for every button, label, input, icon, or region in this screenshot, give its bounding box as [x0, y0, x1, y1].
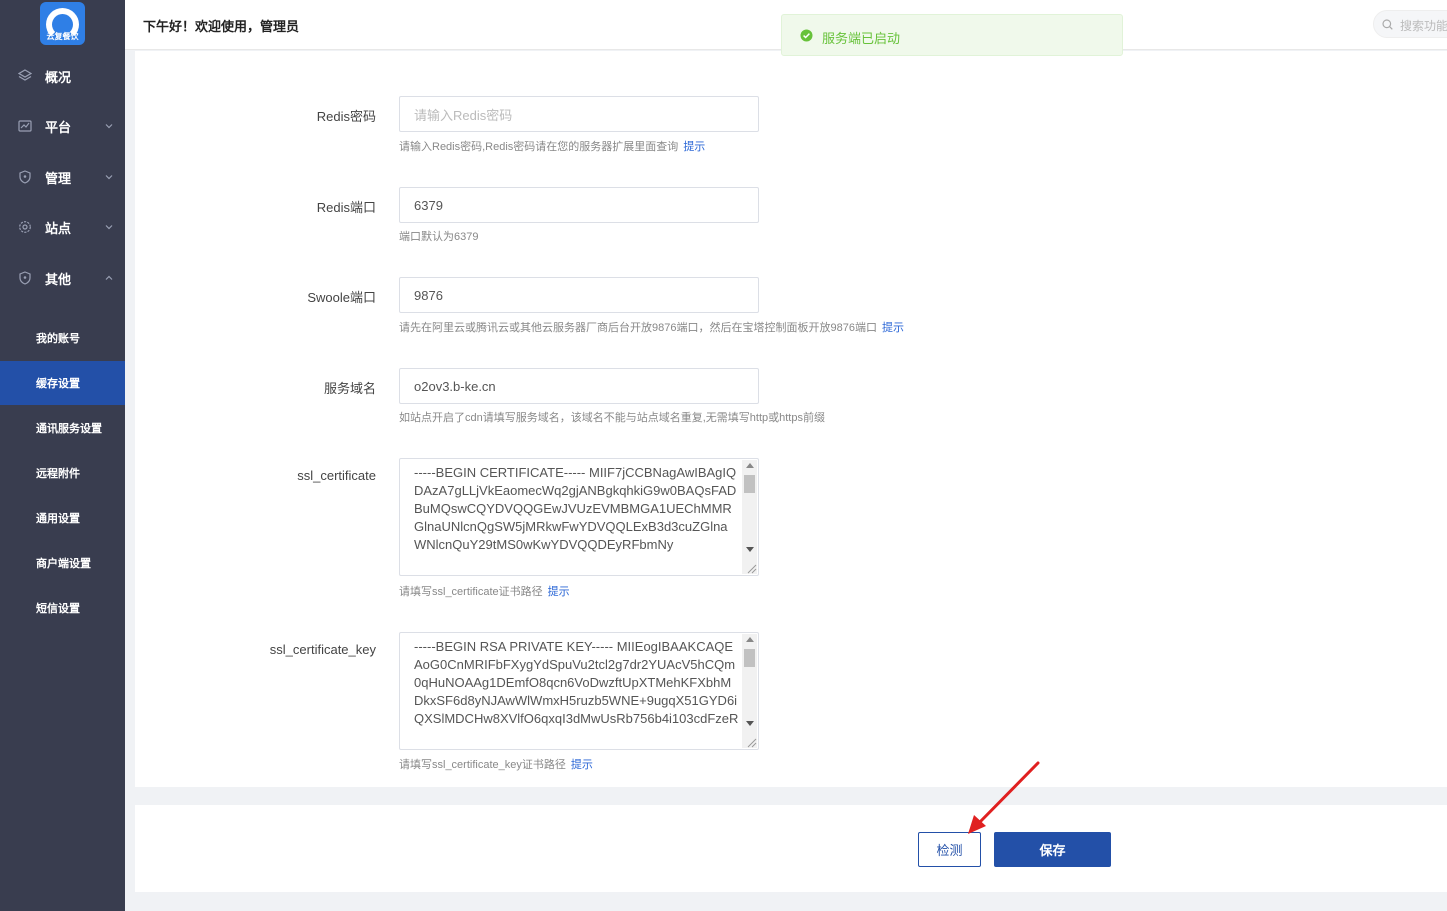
chart-icon: [18, 120, 32, 132]
service-domain-label: 服务域名: [323, 381, 376, 396]
tip-link[interactable]: 提示: [571, 759, 593, 771]
tip-link[interactable]: 提示: [683, 141, 705, 153]
sidebar-item-label: 概况: [45, 69, 72, 85]
scroll-thumb[interactable]: [744, 475, 755, 493]
sidebar-item-label: 管理: [45, 170, 72, 186]
ssl-certificate-key-help: 请填写ssl_certificate_key证书路径 提示: [399, 756, 593, 772]
scrollbar[interactable]: [742, 634, 757, 748]
ssl-certificate-label: ssl_certificate: [297, 468, 376, 483]
redis-port-help: 端口默认为6379: [399, 231, 479, 243]
scroll-down-icon[interactable]: [746, 547, 754, 552]
redis-password-label: Redis密码: [316, 109, 376, 124]
tip-link[interactable]: 提示: [882, 322, 904, 334]
ssl-certificate-textarea[interactable]: -----BEGIN CERTIFICATE----- MIIF7jCCBNag…: [399, 458, 759, 576]
toast-message: 服务端已启动: [822, 31, 901, 46]
scroll-down-icon[interactable]: [746, 721, 754, 726]
chevron-down-icon: [105, 175, 113, 180]
sidebar-subitem-sms-settings[interactable]: 短信设置: [0, 586, 125, 630]
shield-icon: [19, 271, 31, 285]
redis-password-help: 请输入Redis密码,Redis密码请在您的服务器扩展里面查询 提示: [399, 138, 705, 154]
sidebar-item-manage[interactable]: 管理: [0, 162, 125, 192]
sidebar-item-label: 平台: [45, 119, 72, 135]
resize-grip-icon[interactable]: [745, 562, 757, 574]
cache-settings-form: Redis密码 请输入Redis密码 请输入Redis密码,Redis密码请在您…: [135, 51, 1447, 787]
service-domain-input[interactable]: o2ov3.b-ke.cn: [399, 368, 759, 404]
swoole-port-label: Swoole端口: [307, 290, 376, 305]
help-text: 请先在阿里云或腾讯云或其他云服务器厂商后台开放9876端口，然后在宝塔控制面板开…: [399, 322, 877, 334]
tip-link[interactable]: 提示: [548, 586, 570, 598]
sidebar-item-label: 站点: [45, 220, 72, 236]
ssl-certificate-key-label: ssl_certificate_key: [269, 642, 376, 657]
annotation-arrow-icon: [968, 761, 1040, 834]
ssl-certificate-help: 请填写ssl_certificate证书路径 提示: [399, 583, 570, 599]
sidebar-subitem-merchant-settings[interactable]: 商户端设置: [0, 541, 125, 585]
help-text: 请输入Redis密码,Redis密码请在您的服务器扩展里面查询: [399, 141, 679, 153]
scroll-thumb[interactable]: [744, 649, 755, 667]
app-logo[interactable]: 云复餐饮: [40, 2, 85, 45]
redis-port-label: Redis端口: [316, 200, 376, 215]
search-placeholder: 搜索功能: [1400, 19, 1447, 33]
sidebar-item-overview[interactable]: 概况: [0, 61, 125, 91]
chevron-up-icon: [105, 275, 113, 280]
ssl-certificate-key-textarea[interactable]: -----BEGIN RSA PRIVATE KEY----- MIIEogIB…: [399, 632, 759, 750]
logo-text: 云复餐饮: [46, 32, 79, 41]
help-text: 请填写ssl_certificate_key证书路径: [399, 759, 566, 771]
sidebar-item-other[interactable]: 其他: [0, 263, 125, 293]
scroll-up-icon[interactable]: [746, 463, 754, 468]
form-actions: 检测 保存: [135, 805, 1447, 892]
shield-icon: [19, 170, 31, 184]
sidebar-subitem-communication-settings[interactable]: 通讯服务设置: [0, 406, 125, 450]
chevron-down-icon: [105, 225, 113, 230]
gear-icon: [19, 221, 31, 233]
greeting-text: 下午好！欢迎使用，管理员: [143, 19, 300, 34]
check-circle-icon: [800, 29, 813, 42]
ssl-certificate-text: -----BEGIN CERTIFICATE----- MIIF7jCCBNag…: [414, 465, 737, 552]
scroll-up-icon[interactable]: [746, 637, 754, 642]
sidebar-subitem-remote-attachment[interactable]: 远程附件: [0, 451, 125, 495]
scrollbar[interactable]: [742, 460, 757, 574]
search-icon: [1382, 19, 1393, 30]
sidebar-item-label: 其他: [45, 271, 72, 287]
swoole-port-input[interactable]: 9876: [399, 277, 759, 313]
resize-grip-icon[interactable]: [745, 736, 757, 748]
chevron-down-icon: [105, 124, 113, 129]
redis-password-input[interactable]: 请输入Redis密码: [399, 96, 759, 132]
sidebar-subitem-general-settings[interactable]: 通用设置: [0, 496, 125, 540]
sidebar-item-site[interactable]: 站点: [0, 212, 125, 242]
sidebar-subitem-my-account[interactable]: 我的账号: [0, 316, 125, 360]
ssl-certificate-key-text: -----BEGIN RSA PRIVATE KEY----- MIIEogIB…: [414, 639, 739, 726]
search-box[interactable]: 搜索功能: [1373, 10, 1447, 38]
sidebar: 云复餐饮 概况 平台 管理 站点 其他 我的账号 缓存设置 通讯服务设置 远程附…: [0, 0, 125, 911]
swoole-port-help: 请先在阿里云或腾讯云或其他云服务器厂商后台开放9876端口，然后在宝塔控制面板开…: [399, 319, 904, 335]
layers-icon: [18, 69, 32, 81]
service-domain-help: 如站点开启了cdn请填写服务域名，该域名不能与站点域名重复,无需填写http或h…: [399, 412, 825, 424]
success-toast: 服务端已启动: [781, 14, 1123, 56]
sidebar-item-platform[interactable]: 平台: [0, 111, 125, 141]
help-text: 请填写ssl_certificate证书路径: [399, 586, 543, 598]
sidebar-subitem-cache-settings[interactable]: 缓存设置: [0, 361, 125, 405]
redis-port-input[interactable]: 6379: [399, 187, 759, 223]
